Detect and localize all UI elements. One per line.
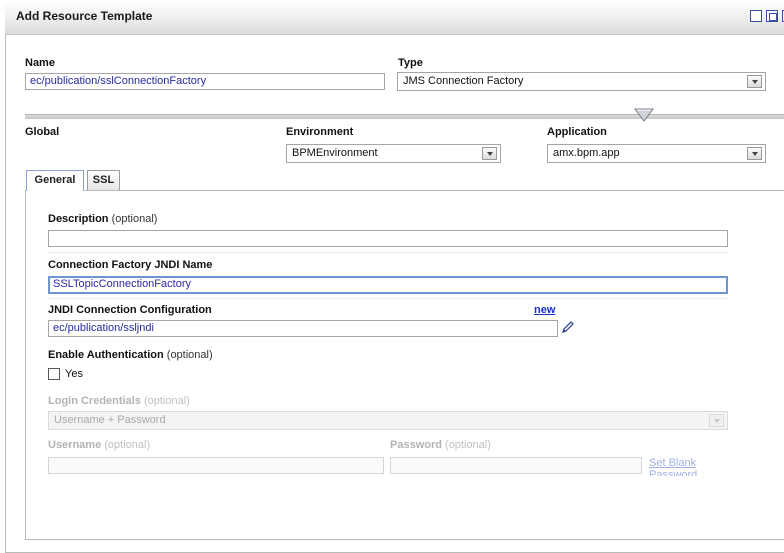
password-input[interactable] — [390, 457, 642, 474]
set-blank-password-link[interactable]: Set Blank Password — [649, 457, 704, 476]
username-label: Username (optional) — [48, 439, 150, 451]
description-input[interactable] — [48, 230, 728, 247]
login-credentials-label: Login Credentials (optional) — [48, 395, 190, 407]
tab-ssl[interactable]: SSL — [87, 170, 120, 190]
jndi-config-input[interactable]: ec/publication/ssljndi — [48, 320, 558, 337]
window-title: Add Resource Template — [16, 9, 153, 23]
login-credentials-select[interactable]: Username + Password — [48, 411, 728, 430]
username-label-text: Username — [48, 439, 102, 451]
enable-auth-optional-text: (optional) — [166, 349, 213, 361]
maximize-button[interactable] — [766, 10, 778, 22]
type-select[interactable]: JMS Connection Factory — [397, 72, 766, 91]
dropdown-arrow-icon[interactable] — [747, 75, 762, 88]
jndi-name-input[interactable]: SSLTopicConnectionFactory — [48, 276, 728, 294]
name-label: Name — [25, 57, 55, 69]
name-input[interactable]: ec/publication/sslConnectionFactory — [25, 73, 385, 90]
title-bar: Add Resource Template — [5, 0, 784, 35]
type-select-value: JMS Connection Factory — [403, 75, 524, 87]
jndi-config-label: JNDI Connection Configuration — [48, 304, 212, 316]
dropdown-arrow-icon[interactable] — [747, 147, 762, 160]
scope-slider-track[interactable] — [25, 114, 784, 119]
type-label: Type — [398, 57, 423, 69]
application-select[interactable]: amx.bpm.app — [547, 144, 766, 163]
description-label: Description (optional) — [48, 213, 157, 225]
pencil-edit-icon[interactable] — [561, 320, 575, 334]
dropdown-arrow-icon[interactable] — [482, 147, 497, 160]
username-input[interactable] — [48, 457, 384, 474]
description-label-text: Description — [48, 213, 109, 225]
enable-auth-label-text: Enable Authentication — [48, 349, 164, 361]
dropdown-arrow-icon[interactable] — [709, 414, 724, 427]
divider — [48, 298, 728, 299]
username-optional-text: (optional) — [104, 439, 151, 451]
login-credentials-label-text: Login Credentials — [48, 395, 141, 407]
set-blank-password-clip: Set Blank Password — [649, 457, 709, 476]
password-label: Password (optional) — [390, 439, 491, 451]
divider — [48, 252, 728, 253]
password-optional-text: (optional) — [445, 439, 491, 451]
login-credentials-optional-text: (optional) — [143, 395, 190, 407]
tab-general[interactable]: General — [26, 170, 84, 191]
global-label: Global — [25, 126, 60, 138]
minimize-button[interactable] — [750, 10, 762, 22]
enable-auth-label: Enable Authentication (optional) — [48, 349, 213, 361]
password-label-text: Password — [390, 439, 442, 451]
application-select-value: amx.bpm.app — [553, 147, 620, 159]
environment-select-value: BPMEnvironment — [292, 147, 378, 159]
environment-select[interactable]: BPMEnvironment — [286, 144, 501, 163]
login-credentials-select-value: Username + Password — [54, 414, 166, 426]
new-jndi-config-link[interactable]: new — [534, 304, 555, 316]
application-label: Application — [547, 126, 607, 138]
description-optional-text: (optional) — [111, 213, 158, 225]
environment-label: Environment — [286, 126, 354, 138]
enable-auth-checkbox-label: Yes — [65, 368, 83, 380]
enable-auth-checkbox[interactable] — [48, 368, 60, 380]
jndi-name-label: Connection Factory JNDI Name — [48, 259, 213, 271]
slider-thumb-icon[interactable] — [634, 108, 654, 122]
